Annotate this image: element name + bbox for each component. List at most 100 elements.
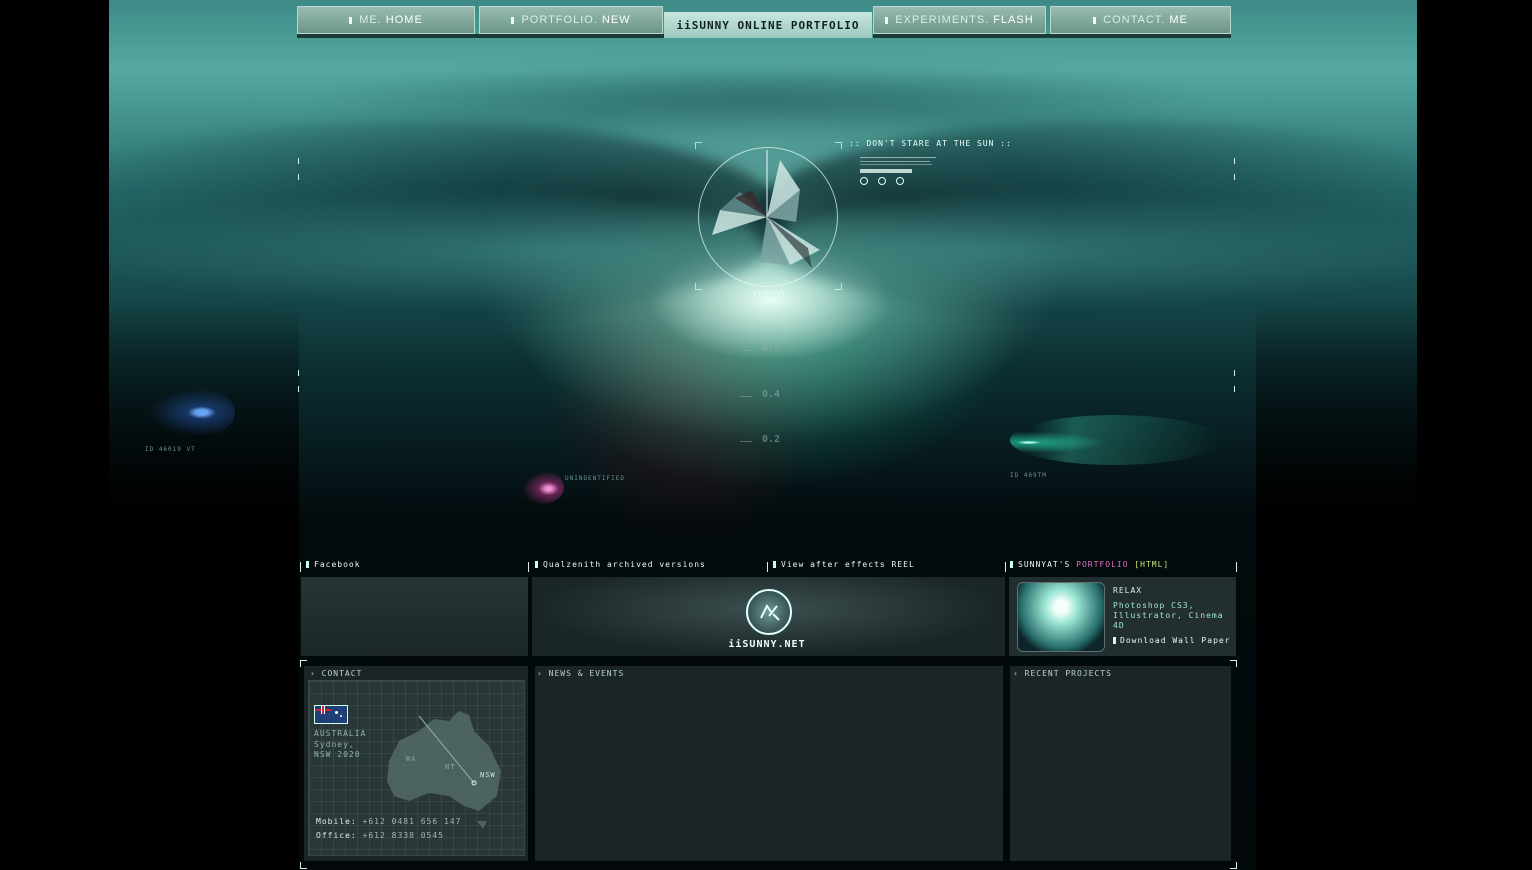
link-bullet-icon bbox=[1010, 561, 1013, 568]
nav-bullet-icon bbox=[349, 16, 353, 24]
banner-logo-text: iiSUNNY.NET bbox=[728, 639, 806, 650]
scale-label: 0.4 bbox=[762, 389, 781, 400]
mobile-number[interactable]: +612 0481 656 147 bbox=[363, 817, 462, 826]
download-wallpaper-link[interactable]: Download Wall Paper bbox=[1113, 636, 1231, 645]
hud-dots[interactable] bbox=[754, 291, 784, 297]
archived-versions-link[interactable]: Qualzenith archived versions bbox=[535, 560, 706, 569]
nav-label-suffix: NEW bbox=[601, 14, 631, 26]
chevron-right-icon: › bbox=[1013, 669, 1025, 678]
frame-corner bbox=[1233, 174, 1235, 180]
link-label: Download Wall Paper bbox=[1120, 636, 1231, 645]
frame-corner bbox=[1233, 386, 1235, 392]
frame-corner bbox=[1005, 562, 1010, 572]
reel-link[interactable]: View after effects REEL bbox=[773, 560, 915, 569]
wallpaper-thumbnail[interactable] bbox=[1017, 582, 1105, 652]
frame-corner bbox=[528, 562, 533, 572]
nav-label-suffix: FLASH bbox=[993, 14, 1034, 26]
blue-creature bbox=[140, 385, 235, 440]
nav-bullet-icon bbox=[511, 16, 515, 24]
section-title: RECENT PROJECTS bbox=[1024, 669, 1112, 678]
hud-bracket bbox=[835, 142, 842, 149]
hud-bracket bbox=[835, 283, 842, 290]
creature-label: UNINDENTIFIED bbox=[565, 475, 625, 482]
nav-underline bbox=[873, 34, 1231, 38]
pink-creature bbox=[520, 470, 564, 504]
link-label: Qualzenith archived versions bbox=[543, 560, 706, 569]
site-title[interactable]: iiSUNNY ONLINE PORTFOLIO bbox=[664, 12, 872, 38]
flag-icon bbox=[314, 705, 348, 724]
scale-tick bbox=[740, 396, 752, 397]
portfolio-highlight: PORTFOLIO bbox=[1076, 560, 1129, 569]
nav-label-prefix: ME. bbox=[359, 14, 382, 26]
nav-portfolio-new[interactable]: PORTFOLIO. NEW bbox=[479, 6, 663, 34]
link-bullet-icon bbox=[773, 561, 776, 568]
contact-mobile: Mobile: +612 0481 656 147 bbox=[316, 817, 461, 826]
nav-me-home[interactable]: ME. HOME bbox=[297, 6, 475, 34]
hud-bracket bbox=[695, 142, 702, 149]
scale-label: 0.2 bbox=[762, 434, 781, 445]
nav-bullet-icon bbox=[885, 16, 889, 24]
contact-city: Sydney, bbox=[314, 740, 355, 749]
creature-label: ID 46019 VT bbox=[145, 446, 196, 453]
wallpaper-tools: Photoshop CS3, Illustrator, Cinema 4D bbox=[1113, 601, 1224, 630]
hud-bracket bbox=[695, 283, 702, 290]
nav-label-suffix: HOME bbox=[385, 14, 423, 26]
link-bullet-icon bbox=[1113, 637, 1116, 644]
mobile-label: Mobile: bbox=[316, 817, 357, 826]
wallpaper-panel[interactable]: RELAX Photoshop CS3, Illustrator, Cinema… bbox=[1009, 577, 1236, 656]
frame-corner bbox=[1230, 862, 1237, 869]
hud-caption: :: DON'T STARE AT THE SUN :: bbox=[849, 139, 1012, 148]
chevron-right-icon: › bbox=[537, 669, 549, 678]
scale-tick bbox=[740, 441, 752, 442]
wallpaper-title: RELAX bbox=[1113, 586, 1143, 595]
contact-office: Office: +612 8338 0545 bbox=[316, 831, 444, 840]
frame-corner bbox=[298, 158, 300, 164]
frame-corner bbox=[1233, 370, 1235, 376]
banner-panel[interactable]: iiSUNNY.NET bbox=[532, 577, 1005, 656]
nav-experiments-flash[interactable]: EXPERIMENTS. FLASH bbox=[873, 6, 1046, 34]
hud-readout bbox=[860, 154, 938, 194]
frame-corner bbox=[1233, 158, 1235, 164]
frame-corner bbox=[300, 562, 305, 572]
scale-tick bbox=[740, 350, 752, 351]
frame-corner bbox=[1232, 562, 1237, 572]
facebook-panel[interactable] bbox=[301, 577, 528, 656]
nav-label-prefix: CONTACT. bbox=[1103, 14, 1166, 26]
link-label: SUNNYAT'S bbox=[1018, 560, 1077, 569]
frame-corner bbox=[298, 370, 300, 376]
frame-corner bbox=[767, 562, 772, 572]
office-number[interactable]: +612 8338 0545 bbox=[363, 831, 444, 840]
link-bullet-icon bbox=[535, 561, 538, 568]
recent-heading: › RECENT PROJECTS bbox=[1013, 669, 1112, 678]
contact-state: NSW 2020 bbox=[314, 750, 361, 759]
section-title: NEWS & EVENTS bbox=[548, 669, 625, 678]
pinwheel-icon bbox=[712, 150, 820, 268]
section-title: CONTACT bbox=[321, 669, 363, 678]
frame-corner bbox=[300, 862, 307, 869]
cyan-creature bbox=[1010, 415, 1220, 465]
recent-projects-section: › RECENT PROJECTS bbox=[1010, 666, 1231, 861]
contact-heading: › CONTACT bbox=[310, 669, 362, 678]
link-bullet-icon bbox=[306, 561, 309, 568]
news-heading: › NEWS & EVENTS bbox=[537, 669, 624, 678]
nav-label-prefix: EXPERIMENTS. bbox=[895, 14, 990, 26]
creature-label: ID 469TM bbox=[1010, 472, 1047, 479]
frame-corner bbox=[1230, 660, 1237, 667]
portfolio-html-link[interactable]: SUNNYAT'S PORTFOLIO [HTML] bbox=[1010, 560, 1169, 569]
contact-section: › CONTACT WA NT NSW AUSTRALIA Sydney, NS… bbox=[304, 666, 528, 861]
nav-contact-me[interactable]: CONTACT. ME bbox=[1050, 6, 1231, 34]
contact-country: AUSTRALIA bbox=[314, 729, 367, 738]
news-events-section: › NEWS & EVENTS bbox=[535, 666, 1003, 861]
office-label: Office: bbox=[316, 831, 357, 840]
nav-underline bbox=[297, 34, 664, 38]
logo-icon bbox=[746, 589, 792, 635]
map-label-nt: NT bbox=[445, 763, 456, 771]
chevron-right-icon: › bbox=[310, 669, 322, 678]
frame-corner bbox=[298, 174, 300, 180]
map-label-wa: WA bbox=[406, 755, 417, 763]
contact-map: WA NT NSW AUSTRALIA Sydney, NSW 2020 Mob… bbox=[308, 680, 525, 856]
frame-corner bbox=[298, 386, 300, 392]
link-label: Facebook bbox=[314, 560, 361, 569]
nav-bullet-icon bbox=[1093, 16, 1097, 24]
facebook-link[interactable]: Facebook bbox=[306, 560, 361, 569]
